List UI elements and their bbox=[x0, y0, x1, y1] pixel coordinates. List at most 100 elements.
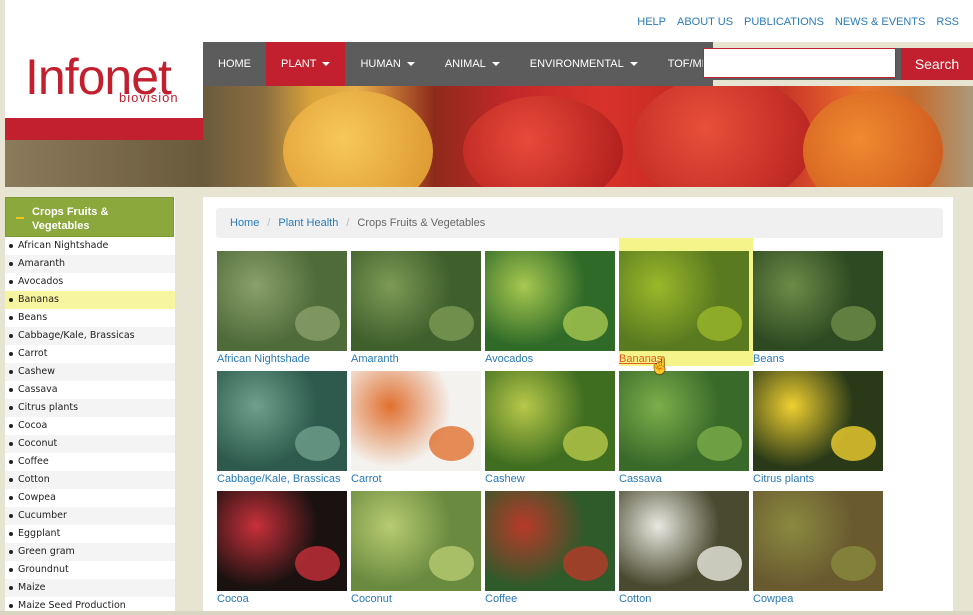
breadcrumb-home[interactable]: Home bbox=[230, 217, 259, 229]
crop-image[interactable] bbox=[351, 251, 481, 351]
nav-item-environmental[interactable]: ENVIRONMENTAL bbox=[515, 42, 653, 86]
nav-item-human[interactable]: HUMAN bbox=[345, 42, 429, 86]
crop-tile[interactable]: Cowpea bbox=[753, 491, 883, 605]
sidebar-item[interactable]: Cocoa bbox=[5, 417, 175, 435]
crop-image[interactable] bbox=[753, 491, 883, 591]
crop-label-link[interactable]: Amaranth bbox=[351, 353, 481, 365]
crop-label-link[interactable]: Cassava bbox=[619, 473, 749, 485]
sidebar: Crops Fruits & Vegetables African Nights… bbox=[5, 197, 175, 611]
sidebar-item[interactable]: Cucumber bbox=[5, 507, 175, 525]
nav-item-label: HOME bbox=[218, 58, 251, 70]
crop-label-link[interactable]: Avocados bbox=[485, 353, 615, 365]
banner-fruit-red2 bbox=[633, 86, 813, 187]
crop-label-link[interactable]: Cocoa bbox=[217, 593, 347, 605]
crop-tile[interactable]: Avocados bbox=[485, 251, 615, 365]
crop-tile[interactable]: Cabbage/Kale, Brassicas bbox=[217, 371, 347, 485]
sidebar-item[interactable]: Avocados bbox=[5, 273, 175, 291]
sidebar-item[interactable]: Cassava bbox=[5, 381, 175, 399]
nav-item-plant[interactable]: PLANT bbox=[266, 42, 346, 86]
caret-down-icon bbox=[491, 62, 500, 67]
sidebar-item[interactable]: Cabbage/Kale, Brassicas bbox=[5, 327, 175, 345]
top-link[interactable]: PUBLICATIONS bbox=[744, 16, 824, 28]
crop-image-detail bbox=[697, 426, 742, 461]
caret-down-icon bbox=[629, 62, 638, 67]
breadcrumb: Home / Plant Health / Crops Fruits & Vegetab… bbox=[216, 208, 943, 238]
sidebar-item[interactable]: Green gram bbox=[5, 543, 175, 561]
crop-tile[interactable]: Carrot bbox=[351, 371, 481, 485]
crop-tile[interactable]: Bananas bbox=[619, 251, 749, 365]
caret-down-icon bbox=[322, 62, 331, 67]
sidebar-item[interactable]: Cotton bbox=[5, 471, 175, 489]
crop-image[interactable] bbox=[485, 491, 615, 591]
sidebar-item[interactable]: African Nightshade bbox=[5, 237, 175, 255]
crop-image[interactable] bbox=[753, 251, 883, 351]
crop-label-link[interactable]: Cotton bbox=[619, 593, 749, 605]
sidebar-item[interactable]: Cowpea bbox=[5, 489, 175, 507]
crop-image[interactable] bbox=[753, 371, 883, 471]
crop-image[interactable] bbox=[217, 251, 347, 351]
top-link[interactable]: HELP bbox=[637, 16, 666, 28]
top-link[interactable]: ABOUT US bbox=[677, 16, 733, 28]
sidebar-heading[interactable]: Crops Fruits & Vegetables bbox=[5, 197, 174, 237]
crop-label-link[interactable]: African Nightshade bbox=[217, 353, 347, 365]
sidebar-item[interactable]: Maize Seed Production bbox=[5, 597, 175, 615]
crop-image[interactable] bbox=[619, 251, 749, 351]
main-content: Home / Plant Health / Crops Fruits & Vegetab… bbox=[203, 197, 953, 611]
crop-tile[interactable]: Cashew bbox=[485, 371, 615, 485]
crop-label-link[interactable]: Coconut bbox=[351, 593, 481, 605]
crop-image[interactable] bbox=[217, 491, 347, 591]
crop-image-detail bbox=[295, 426, 340, 461]
sidebar-item[interactable]: Amaranth bbox=[5, 255, 175, 273]
sidebar-item[interactable]: Maize bbox=[5, 579, 175, 597]
crop-image[interactable] bbox=[351, 371, 481, 471]
crop-label-link[interactable]: Carrot bbox=[351, 473, 481, 485]
sidebar-item[interactable]: Beans bbox=[5, 309, 175, 327]
crop-tile[interactable]: Cocoa bbox=[217, 491, 347, 605]
nav-item-home[interactable]: HOME bbox=[203, 42, 266, 86]
crop-tile[interactable]: Citrus plants bbox=[753, 371, 883, 485]
search-input[interactable] bbox=[703, 48, 896, 78]
header-banner-image bbox=[203, 86, 973, 187]
collapse-icon bbox=[16, 217, 24, 219]
breadcrumb-plant-health[interactable]: Plant Health bbox=[278, 217, 338, 229]
crop-image[interactable] bbox=[619, 491, 749, 591]
sidebar-item[interactable]: Eggplant bbox=[5, 525, 175, 543]
crop-label-link[interactable]: Coffee bbox=[485, 593, 615, 605]
crop-tile[interactable]: Cassava bbox=[619, 371, 749, 485]
crop-tile[interactable]: Beans bbox=[753, 251, 883, 365]
breadcrumb-current: Crops Fruits & Vegetables bbox=[357, 217, 486, 229]
logo-red-bar bbox=[5, 118, 203, 140]
crop-image-detail bbox=[697, 546, 742, 581]
crop-label-link[interactable]: Bananas bbox=[619, 353, 749, 365]
top-link[interactable]: NEWS & EVENTS bbox=[835, 16, 925, 28]
crop-tile[interactable]: Cotton bbox=[619, 491, 749, 605]
sidebar-heading-label: Crops Fruits & Vegetables bbox=[32, 206, 109, 232]
banner-fruit-orange bbox=[803, 91, 943, 187]
crop-image[interactable] bbox=[351, 491, 481, 591]
crop-tile[interactable]: Amaranth bbox=[351, 251, 481, 365]
sidebar-item[interactable]: Groundnut bbox=[5, 561, 175, 579]
sidebar-item[interactable]: Cashew bbox=[5, 363, 175, 381]
crop-tile[interactable]: Coffee bbox=[485, 491, 615, 605]
top-link[interactable]: RSS bbox=[936, 16, 959, 28]
nav-item-animal[interactable]: ANIMAL bbox=[430, 42, 515, 86]
crop-label-link[interactable]: Beans bbox=[753, 353, 883, 365]
crop-image[interactable] bbox=[619, 371, 749, 471]
sidebar-item[interactable]: Carrot bbox=[5, 345, 175, 363]
crop-image[interactable] bbox=[217, 371, 347, 471]
sidebar-item[interactable]: Citrus plants bbox=[5, 399, 175, 417]
crop-image[interactable] bbox=[485, 371, 615, 471]
sidebar-item[interactable]: Coconut bbox=[5, 435, 175, 453]
sidebar-item[interactable]: Coffee bbox=[5, 453, 175, 471]
search-button[interactable]: Search bbox=[901, 48, 973, 80]
crop-label-link[interactable]: Cabbage/Kale, Brassicas bbox=[217, 473, 347, 485]
crop-label-link[interactable]: Cowpea bbox=[753, 593, 883, 605]
sidebar-item[interactable]: Bananas bbox=[5, 291, 175, 309]
crop-tile[interactable]: Coconut bbox=[351, 491, 481, 605]
top-links: HELP ABOUT US PUBLICATIONS NEWS & EVENTS RSS bbox=[637, 16, 959, 28]
crop-tile[interactable]: African Nightshade bbox=[217, 251, 347, 365]
crop-label-link[interactable]: Citrus plants bbox=[753, 473, 883, 485]
crop-image[interactable] bbox=[485, 251, 615, 351]
crop-label-link[interactable]: Cashew bbox=[485, 473, 615, 485]
crop-image-detail bbox=[429, 306, 474, 341]
